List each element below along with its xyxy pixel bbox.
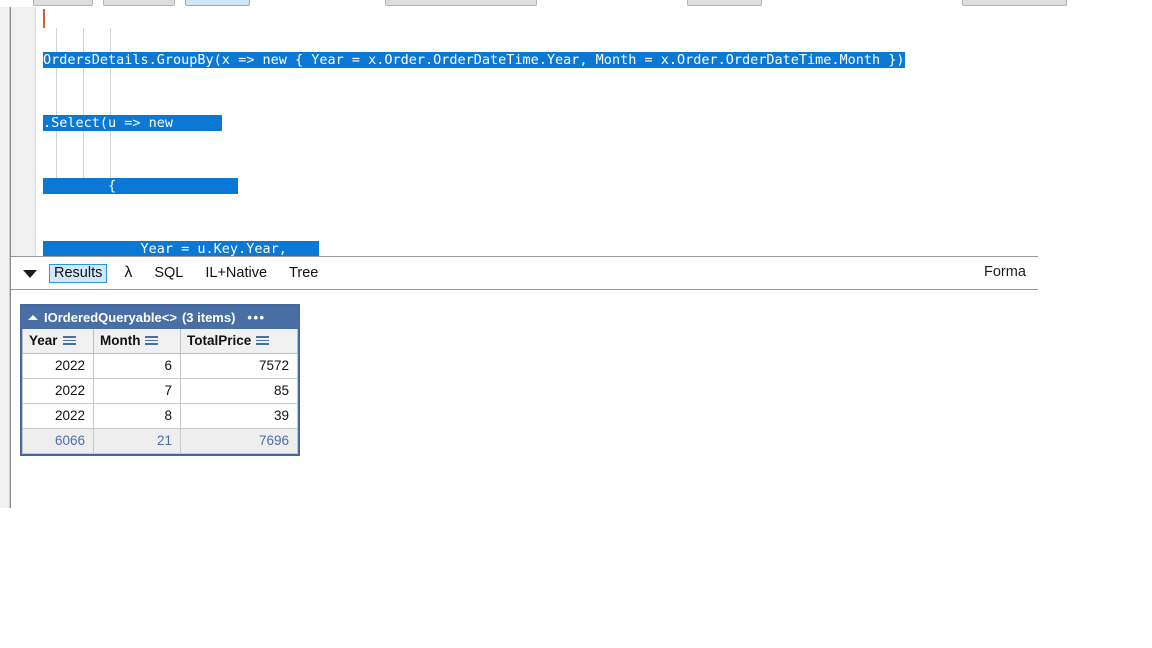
table-row[interactable]: 2022 7 85 — [22, 378, 298, 404]
query-panel: OrdersDetails.GroupBy(x => new { Year = … — [10, 7, 1038, 508]
triangle-up-icon[interactable] — [28, 315, 38, 320]
tab-il-native[interactable]: IL+Native — [200, 264, 272, 283]
tab-tree[interactable]: Tree — [284, 264, 323, 283]
triangle-down-icon[interactable] — [23, 269, 37, 278]
cell-year: 2022 — [22, 403, 94, 429]
footer-cell-total: 7696 — [180, 428, 298, 454]
cell-month: 8 — [93, 403, 181, 429]
results-grid: IOrderedQueryable<> (3 items) ••• Year M… — [20, 304, 300, 456]
table-header-row: Year Month TotalPrice — [22, 329, 298, 354]
toolbar-button-4[interactable] — [385, 0, 537, 6]
grid-item-count: (3 items) — [181, 310, 236, 325]
ellipsis-icon[interactable]: ••• — [247, 310, 265, 325]
table-row[interactable]: 2022 6 7572 — [22, 353, 298, 379]
editor-gutter — [11, 7, 36, 256]
results-table: Year Month TotalPrice 2022 6 7572 2022 7… — [22, 329, 298, 454]
code-line-selected: { — [43, 178, 239, 194]
toolbar-strip — [0, 0, 1152, 7]
column-header-month[interactable]: Month — [93, 329, 181, 354]
footer-cell-month: 21 — [93, 428, 181, 454]
toolbar-button-5[interactable] — [687, 0, 762, 6]
toolbar-button-2[interactable] — [103, 0, 175, 6]
column-header-totalprice[interactable]: TotalPrice — [180, 329, 298, 354]
column-menu-icon[interactable] — [62, 336, 76, 345]
tab-results[interactable]: Results — [49, 264, 108, 283]
column-menu-icon[interactable] — [145, 336, 159, 345]
code-line: .Select(u => new — [37, 113, 1038, 134]
cell-total: 7572 — [180, 353, 298, 379]
code-line: OrdersDetails.GroupBy(x => new { Year = … — [37, 50, 1038, 71]
results-body: IOrderedQueryable<> (3 items) ••• Year M… — [11, 291, 1038, 508]
column-header-year-label: Year — [29, 333, 58, 348]
cell-total: 85 — [180, 378, 298, 404]
column-header-year[interactable]: Year — [22, 329, 94, 354]
column-header-totalprice-label: TotalPrice — [187, 333, 252, 348]
table-footer-row: 6066 21 7696 — [22, 428, 298, 454]
format-button[interactable]: Forma — [984, 264, 1026, 280]
cell-year: 2022 — [22, 353, 94, 379]
toolbar-button-6[interactable] — [962, 0, 1067, 6]
cell-total: 39 — [180, 403, 298, 429]
cell-year: 2022 — [22, 378, 94, 404]
code-line-selected: OrdersDetails.GroupBy(x => new { Year = … — [43, 52, 905, 68]
code-line: { — [37, 176, 1038, 197]
code-line-selected: .Select(u => new — [43, 115, 222, 131]
code-text[interactable]: OrdersDetails.GroupBy(x => new { Year = … — [37, 7, 1038, 257]
column-menu-icon[interactable] — [256, 336, 270, 345]
code-line-selected: Year = u.Key.Year, — [43, 241, 320, 257]
column-header-month-label: Month — [100, 333, 141, 348]
table-row[interactable]: 2022 8 39 — [22, 403, 298, 429]
code-editor[interactable]: OrdersDetails.GroupBy(x => new { Year = … — [11, 7, 1038, 257]
code-line: Year = u.Key.Year, — [37, 239, 1038, 257]
footer-cell-year: 6066 — [22, 428, 94, 454]
results-tabbar: Results λ SQL IL+Native Tree Forma — [11, 258, 1038, 290]
toolbar-button-1[interactable] — [33, 0, 93, 6]
tab-lambda[interactable]: λ — [119, 263, 137, 284]
desktop-background — [0, 508, 1152, 648]
grid-type-label: IOrderedQueryable<> — [44, 310, 177, 325]
app-root: OrdersDetails.GroupBy(x => new { Year = … — [0, 0, 1152, 648]
cell-month: 6 — [93, 353, 181, 379]
toolbar-button-3[interactable] — [185, 0, 250, 6]
left-rail — [0, 7, 10, 508]
cell-month: 7 — [93, 378, 181, 404]
results-grid-title[interactable]: IOrderedQueryable<> (3 items) ••• — [22, 306, 298, 329]
tab-sql[interactable]: SQL — [149, 264, 188, 283]
